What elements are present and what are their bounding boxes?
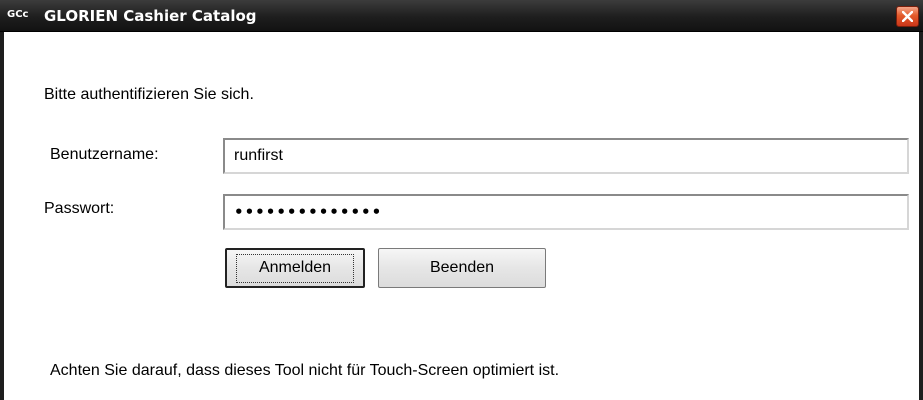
app-logo-icon: GCc — [7, 9, 29, 20]
username-field[interactable] — [223, 138, 909, 174]
login-button[interactable]: Anmelden — [225, 248, 365, 288]
touch-screen-note: Achten Sie darauf, dass dieses Tool nich… — [50, 362, 560, 379]
password-field[interactable] — [223, 194, 909, 230]
login-window: GCc GLORIEN Cashier Catalog Bitte authen… — [0, 0, 923, 400]
close-icon — [902, 11, 913, 22]
quit-button[interactable]: Beenden — [378, 248, 546, 288]
login-button-label: Anmelden — [236, 253, 354, 283]
window-title: GLORIEN Cashier Catalog — [44, 7, 257, 25]
title-bar[interactable]: GCc GLORIEN Cashier Catalog — [0, 0, 923, 32]
password-label: Passwort: — [44, 200, 115, 217]
username-label: Benutzername: — [50, 146, 159, 163]
close-button[interactable] — [896, 6, 919, 27]
auth-prompt: Bitte authentifizieren Sie sich. — [44, 86, 254, 103]
